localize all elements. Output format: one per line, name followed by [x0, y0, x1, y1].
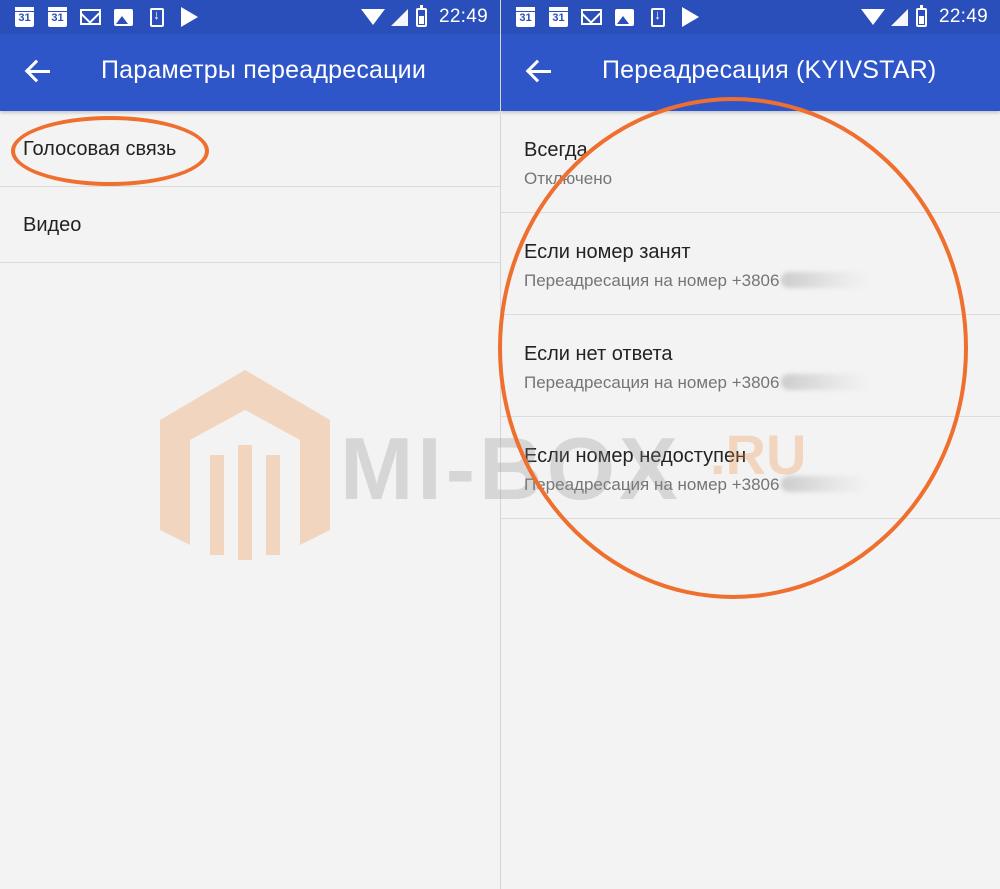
page-title: Переадресация (KYIVSTAR): [602, 56, 937, 84]
back-arrow-icon[interactable]: [24, 56, 54, 86]
screen-forwarding-kyivstar: 31 31 22:49 Переадресация (KYIVSTAR) Все…: [501, 0, 1000, 889]
list-item-label: Голосовая связь: [23, 138, 177, 160]
screen-call-forwarding-settings: 31 31 22:49 Параметры переадресации Голо…: [0, 0, 500, 889]
calendar-icon: 31: [14, 7, 35, 27]
list-item-label: Если номер недоступен: [524, 445, 747, 467]
forwarding-list: Всегда Отключено Если номер занят Переад…: [501, 111, 1000, 519]
list-item-label: Видео: [23, 214, 82, 236]
calendar-icon: 31: [515, 7, 536, 27]
play-store-icon: [179, 7, 200, 27]
page-title: Параметры переадресации: [101, 56, 427, 84]
back-arrow-icon[interactable]: [525, 56, 555, 86]
redacted-number: [781, 476, 870, 492]
gmail-icon: [581, 7, 602, 27]
list-item-unreachable[interactable]: Если номер недоступен Переадресация на н…: [501, 417, 1000, 519]
battery-icon: [415, 4, 427, 27]
list-item-voice[interactable]: Голосовая связь: [0, 111, 500, 187]
status-time: 22:49: [438, 6, 488, 27]
calendar-icon: 31: [47, 7, 68, 27]
signal-icon: [890, 8, 908, 26]
status-bar: 31 31 22:49: [0, 0, 500, 34]
list-item-video[interactable]: Видео: [0, 187, 500, 263]
download-icon: [647, 7, 668, 27]
list-item-always[interactable]: Всегда Отключено: [501, 111, 1000, 213]
redacted-number: [781, 374, 870, 390]
list-item-label: Всегда: [524, 139, 588, 161]
list-item-busy[interactable]: Если номер занят Переадресация на номер …: [501, 213, 1000, 315]
download-icon: [146, 7, 167, 27]
status-bar: 31 31 22:49: [501, 0, 1000, 34]
app-bar: Переадресация (KYIVSTAR): [501, 34, 1000, 111]
app-bar: Параметры переадресации: [0, 34, 500, 111]
battery-icon: [915, 4, 927, 27]
play-store-icon: [680, 7, 701, 27]
list-item-label: Если нет ответа: [524, 343, 673, 365]
list-item-summary: Переадресация на номер +3806: [524, 271, 870, 291]
list-item-label: Если номер занят: [524, 241, 691, 263]
list-item-summary: Переадресация на номер +3806: [524, 373, 870, 393]
photos-icon: [113, 7, 134, 27]
settings-list: Голосовая связь Видео: [0, 111, 500, 263]
list-item-no-answer[interactable]: Если нет ответа Переадресация на номер +…: [501, 315, 1000, 417]
photos-icon: [614, 7, 635, 27]
gmail-icon: [80, 7, 101, 27]
wifi-icon: [860, 9, 885, 25]
wifi-icon: [360, 9, 385, 25]
status-time: 22:49: [938, 6, 988, 27]
list-item-summary: Отключено: [524, 169, 613, 188]
list-item-summary: Переадресация на номер +3806: [524, 475, 870, 495]
redacted-number: [781, 272, 870, 288]
calendar-icon: 31: [548, 7, 569, 27]
signal-icon: [390, 8, 408, 26]
